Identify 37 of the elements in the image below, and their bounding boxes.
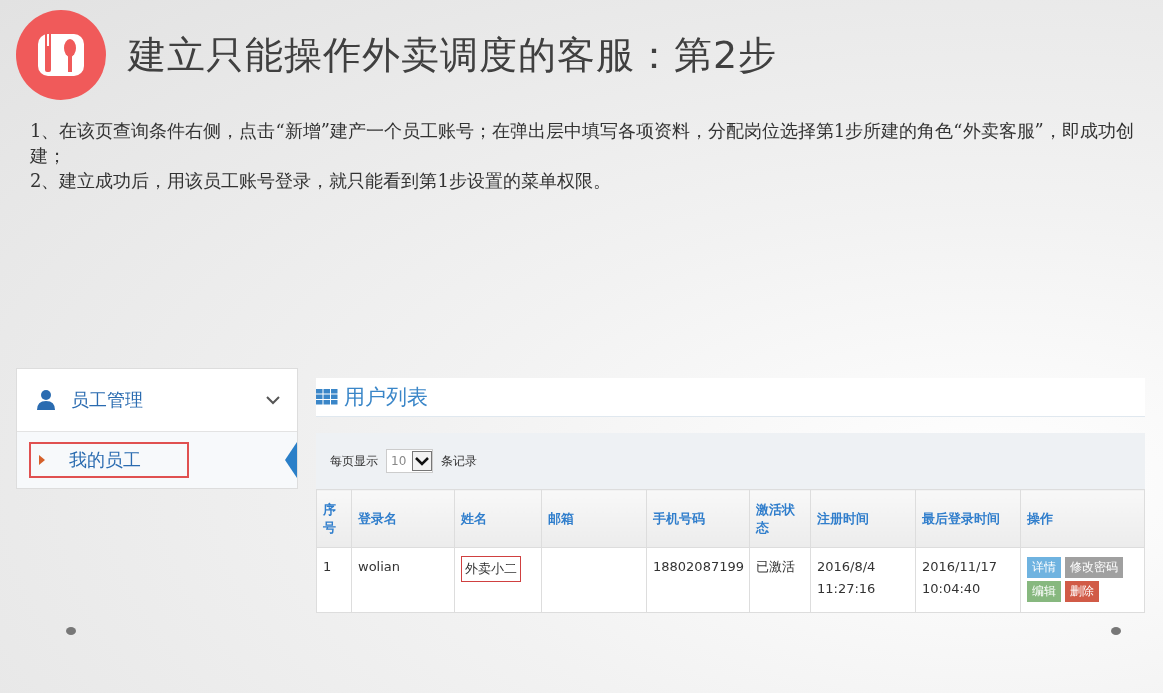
column-header: 手机号码 [646,489,750,548]
menu-item[interactable]: 我的员工 [29,442,189,478]
page-size-select[interactable]: 10 [386,449,434,473]
dropdown-icon [412,451,433,471]
slide-dot-icon [66,627,76,635]
instruction-text: 2、建立成功后，用该员工账号登录，就只能看到第1步设置的菜单权限。 [30,169,612,193]
instruction-text: 1、在该页查询条件右侧，点击“新增”建产一个员工账号；在弹出层中填写各项资料，分配岗位选择第1步所建的角色“外卖客服”，即成功创建； [30,119,1135,168]
panel-title: 用户列表 [344,384,428,411]
action-button[interactable]: 修改密码 [1065,557,1123,578]
column-header: 姓名 [454,489,542,548]
table-cell: wolian [351,547,455,613]
column-header: 最后登录时间 [915,489,1021,548]
table-cell: 1 [316,547,352,613]
slide-dot-icon [1111,627,1121,635]
column-header: 激活状态 [749,489,811,548]
table-cell: 18802087199 [646,547,750,613]
records-label: 条记录 [441,452,478,470]
page-size-label: 每页显示 [330,452,378,470]
caret-icon [39,455,45,465]
menu-group-label: 员工管理 [71,388,144,412]
logo-icon [16,10,106,100]
column-header: 注册时间 [810,489,916,548]
highlight-frame: 外卖小二 [461,556,521,582]
table-cell: 已激活 [749,547,811,613]
column-header: 邮箱 [541,489,647,548]
table-cell: 2016/11/17 10:04:40 [915,547,1021,613]
column-header: 操作 [1020,489,1145,548]
action-button[interactable]: 详情 [1027,557,1061,578]
column-header: 序号 [316,489,352,548]
action-button[interactable]: 编辑 [1027,581,1061,602]
user-icon [35,389,57,411]
action-button[interactable]: 删除 [1065,581,1099,602]
table-cell: 2016/8/4 11:27:16 [810,547,916,613]
active-pointer-icon [285,442,297,478]
column-header: 登录名 [351,489,455,548]
grid-icon [316,389,338,405]
slide-title: 建立只能操作外卖调度的客服：第2步 [128,31,778,79]
